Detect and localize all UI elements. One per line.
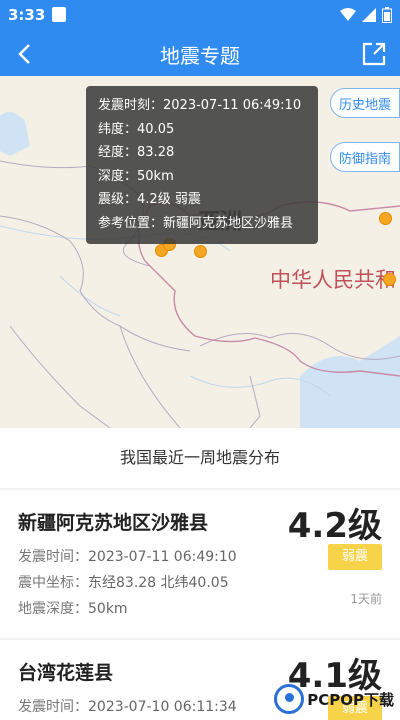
card-magnitude: 4.2级 [287,506,382,546]
card-place: 台湾花莲县 [18,662,114,684]
quake-tooltip: 发震时刻：2023-07-11 06:49:10 纬度：40.05 经度：83.… [86,86,318,244]
tooltip-lat: 纬度：40.05 [98,121,175,137]
card-time: 发震时间：2023-07-11 06:49:10 [18,549,237,565]
card-ago: 1天前 [350,592,382,606]
status-time: 3:33 [8,6,46,24]
map-label-china: 中华人民共和 [270,268,396,292]
card-time: 发震时间：2023-07-10 06:11:34 [18,699,237,715]
history-earthquakes-label: 历史地震 [338,97,391,113]
section-title: 我国最近一周地震分布 [0,428,400,488]
status-icons [340,7,392,23]
quake-marker[interactable] [379,212,392,225]
notification-icon [52,7,66,22]
card-coord: 震中坐标：东经83.28 北纬40.05 [18,575,229,591]
watermark-text: PCPOP下载 [307,690,394,709]
defense-guide-label: 防御指南 [338,151,391,167]
share-button[interactable] [360,40,388,68]
watermark-logo-icon [274,684,305,714]
quake-card[interactable]: 新疆阿克苏地区沙雅县 发震时间：2023-07-11 06:49:10 震中坐标… [0,490,400,638]
card-place: 新疆阿克苏地区沙雅县 [18,512,209,534]
tooltip-time: 发震时刻：2023-07-11 06:49:10 [98,98,302,113]
watermark: PCPOP下载 [274,684,394,714]
tooltip-magnitude: 震级：4.2级 弱震 [98,192,201,207]
tooltip-reference: 参考位置：新疆阿克苏地区沙雅县 [98,215,294,231]
history-earthquakes-button[interactable]: 历史地震 [329,88,400,118]
quake-marker[interactable] [383,273,396,286]
page-title: 地震专题 [160,44,240,68]
battery-icon [382,7,392,23]
status-bar: 3:33 [0,0,400,30]
quake-marker-selected[interactable] [194,245,207,258]
tooltip-lon: 经度：83.28 [98,145,175,160]
defense-guide-button[interactable]: 防御指南 [329,142,400,172]
wifi-icon [340,8,356,21]
share-icon [362,42,386,66]
app-bar: 地震专题 [0,30,400,76]
card-depth: 地震深度：50km [18,601,128,617]
tooltip-depth: 深度：50km [98,168,174,184]
signal-icon [362,8,376,22]
card-badge: 弱震 [328,544,382,570]
